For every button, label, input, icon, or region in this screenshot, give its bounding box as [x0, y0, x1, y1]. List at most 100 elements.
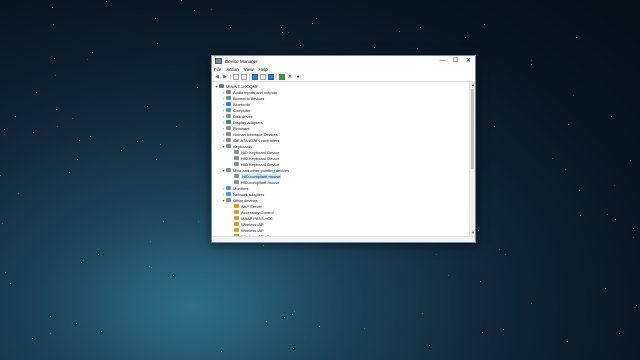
monitor-icon	[226, 108, 231, 112]
menu-help[interactable]: Help	[258, 67, 267, 72]
star	[312, 23, 313, 24]
display-adapter-icon	[226, 120, 231, 124]
star	[465, 37, 466, 38]
back-arrow-icon[interactable]: ◀	[214, 74, 220, 80]
menu-bar: File Action View Help	[212, 66, 475, 73]
warning-device-icon	[234, 204, 239, 208]
star	[157, 43, 158, 44]
star	[173, 275, 174, 276]
minimize-button[interactable]: —	[436, 56, 449, 66]
keyboard-icon	[234, 156, 239, 160]
firmware-icon	[226, 126, 231, 130]
star	[142, 140, 143, 141]
star	[155, 18, 156, 19]
star	[636, 305, 637, 306]
star	[121, 150, 122, 151]
tree-item-label: Display adapters	[233, 119, 263, 125]
star	[52, 7, 53, 8]
fingerprint-icon	[226, 96, 231, 100]
help-icon[interactable]	[252, 74, 258, 80]
tree-item-label: Wireless iAP	[241, 227, 264, 233]
star	[50, 333, 51, 334]
menu-view[interactable]: View	[244, 67, 254, 72]
star	[633, 228, 634, 229]
tree-item-label: Monitors	[233, 185, 249, 191]
properties-icon[interactable]	[233, 74, 239, 80]
tree-item-label: Accessory Control	[241, 209, 274, 215]
speaker-icon	[226, 90, 231, 94]
forward-arrow-icon[interactable]: ▶	[222, 74, 228, 80]
maximize-button[interactable]: ☐	[449, 56, 462, 66]
title-bar[interactable]: Device Manager — ☐ ✕	[212, 56, 475, 66]
star	[79, 140, 80, 141]
update-driver-icon[interactable]	[279, 74, 285, 80]
star	[282, 32, 283, 33]
scroll-up-icon[interactable]: ▲	[470, 82, 475, 88]
star	[499, 249, 500, 250]
star	[160, 144, 161, 145]
view-icon[interactable]	[260, 74, 266, 80]
star	[319, 326, 320, 327]
scan-hardware-icon[interactable]	[268, 74, 274, 80]
mouse-icon	[226, 168, 231, 172]
star	[565, 169, 566, 170]
tree-item-label: HID Keyboard Device	[241, 155, 280, 161]
star	[151, 267, 152, 268]
mouse-icon	[234, 180, 239, 184]
uninstall-device-icon[interactable]: ✕	[287, 74, 293, 80]
tree-item-label: Network adapters	[233, 191, 265, 197]
show-hidden-icon[interactable]	[241, 74, 247, 80]
star	[531, 303, 532, 304]
star	[101, 331, 102, 332]
menu-file[interactable]: File	[214, 67, 221, 72]
scrollbar-thumb[interactable]	[471, 89, 474, 169]
device-tree: ▾ MININT-1I9OQMF › Audio inputs and outputs…	[212, 82, 469, 236]
scroll-down-icon[interactable]: ▼	[470, 230, 475, 236]
menu-action[interactable]: Action	[226, 67, 239, 72]
disable-device-icon[interactable]: ●	[295, 74, 301, 80]
star	[4, 129, 5, 130]
controller-icon	[226, 138, 231, 142]
window-title: Device Manager	[225, 58, 258, 64]
star	[429, 345, 430, 346]
warning-device-icon	[234, 228, 239, 232]
content-area: ▾ MININT-1I9OQMF › Audio inputs and outputs…	[212, 82, 475, 236]
star	[50, 316, 51, 317]
toolbar-separator	[230, 74, 231, 80]
star	[163, 221, 164, 222]
star	[36, 92, 37, 93]
keyboard-icon	[226, 144, 231, 148]
tree-item-label: Audio inputs and outputs	[233, 89, 278, 95]
star	[53, 24, 54, 25]
star	[18, 193, 19, 194]
star	[76, 323, 77, 324]
warning-device-icon	[234, 216, 239, 220]
star	[106, 1, 107, 2]
star	[56, 109, 57, 110]
close-button[interactable]: ✕	[462, 56, 475, 66]
star	[69, 172, 70, 173]
vertical-scrollbar[interactable]: ▲ ▼	[469, 82, 475, 236]
star	[55, 75, 56, 76]
star	[484, 24, 485, 25]
star	[15, 116, 16, 117]
toolbar-separator	[276, 74, 277, 80]
star	[221, 351, 222, 352]
star	[399, 31, 400, 32]
star	[230, 27, 231, 28]
star	[505, 254, 506, 255]
star	[176, 126, 177, 127]
device-manager-icon	[215, 58, 222, 64]
star	[288, 32, 289, 33]
computer-icon	[219, 84, 224, 88]
star	[198, 221, 199, 222]
tree-item-label: HID Keyboard Device	[241, 161, 280, 167]
warning-device-icon	[234, 222, 239, 226]
tree-item-label: HID Keyboard Device	[241, 149, 280, 155]
status-bar	[212, 236, 475, 242]
star	[422, 313, 423, 314]
star	[605, 288, 606, 289]
toolbar-separator	[249, 74, 250, 80]
star	[420, 27, 421, 28]
star	[156, 159, 157, 160]
